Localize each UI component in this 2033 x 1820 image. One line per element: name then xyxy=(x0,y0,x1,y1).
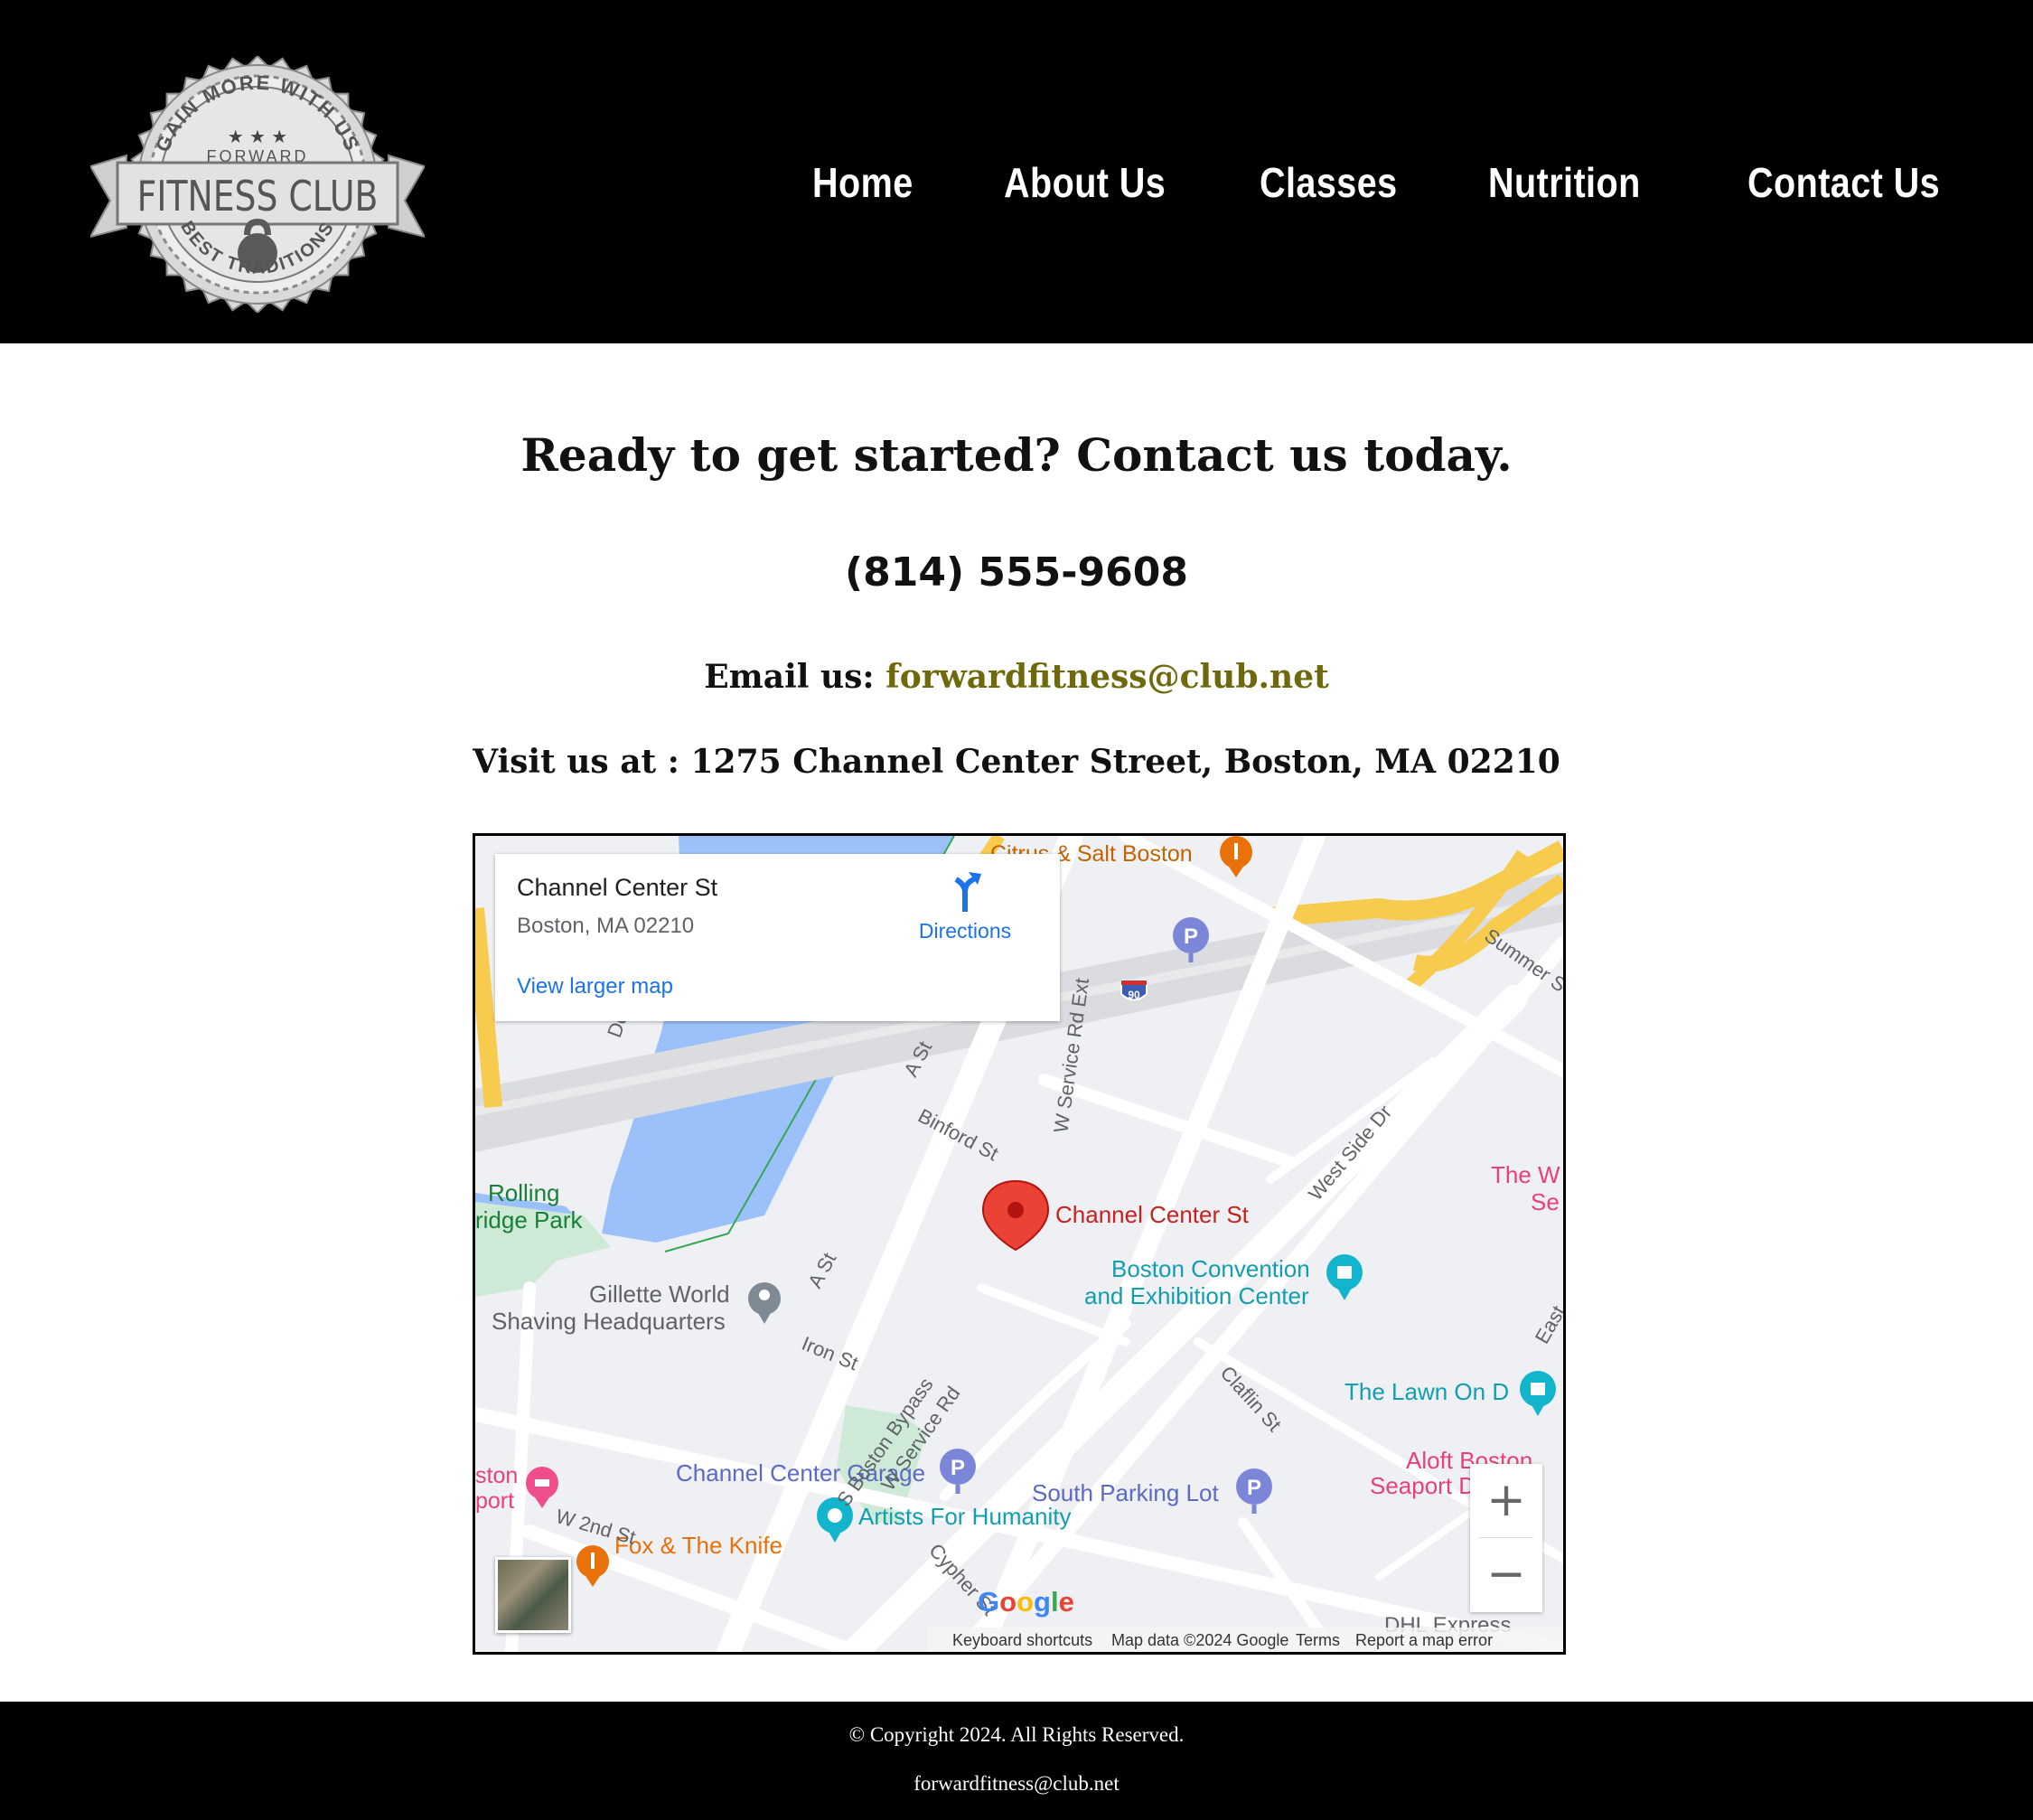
site-footer: © Copyright 2024. All Rights Reserved. f… xyxy=(0,1702,2033,1820)
address: Visit us at : 1275 Channel Center Street… xyxy=(473,743,1560,781)
map-label-westin: The W xyxy=(1491,1161,1560,1188)
email-label: Email us: xyxy=(704,658,886,696)
embedded-map[interactable]: 90 P P P Citrus & Salt Boston Rolling ri… xyxy=(473,833,1566,1655)
directions-button[interactable]: Directions xyxy=(902,872,1028,944)
footer-email[interactable]: forwardfitness@club.net xyxy=(0,1772,2033,1796)
map-label-rolling-2: ridge Park xyxy=(475,1206,583,1234)
copyright-text: © Copyright 2024. All Rights Reserved. xyxy=(848,1723,1185,1746)
email-link[interactable]: forwardfitness@club.net xyxy=(885,658,1329,696)
map-card-title: Channel Center St xyxy=(517,874,718,901)
map-label-aloft-2: Seaport D xyxy=(1370,1472,1476,1499)
map-label-south-lot: South Parking Lot xyxy=(1032,1479,1219,1506)
zoom-in-button[interactable]: + xyxy=(1470,1464,1542,1538)
svg-text:90: 90 xyxy=(1128,989,1140,1001)
view-larger-map-link[interactable]: View larger map xyxy=(517,974,673,999)
google-logo: Google xyxy=(978,1586,1074,1618)
main-nav: Home About Us Classes Nutrition Contact … xyxy=(0,158,2033,221)
map-info-card: Channel Center St Boston, MA 02210 View … xyxy=(495,854,1060,1021)
email-line: Email us: forwardfitness@club.net xyxy=(0,658,2033,696)
map-label-ston: ston xyxy=(475,1463,519,1488)
map-label-rolling: Rolling xyxy=(488,1179,560,1206)
nav-nutrition[interactable]: Nutrition xyxy=(1488,158,1641,207)
svg-text:P: P xyxy=(1184,924,1198,949)
satellite-toggle[interactable] xyxy=(495,1557,571,1633)
svg-text:P: P xyxy=(1247,1476,1261,1500)
map-label-westin-2: Se xyxy=(1531,1188,1560,1215)
map-label-gillette: Gillette World xyxy=(589,1281,730,1308)
svg-text:P: P xyxy=(951,1456,965,1480)
map-attribution: Keyboard shortcuts Map data ©2024 Google… xyxy=(927,1628,1563,1652)
directions-icon xyxy=(954,872,981,912)
map-label-lawn: The Lawn On D xyxy=(1344,1378,1510,1405)
terms-link[interactable]: Terms xyxy=(1296,1631,1340,1650)
zoom-controls: + − xyxy=(1470,1464,1542,1612)
map-label-ston-2: port xyxy=(475,1488,515,1514)
map-label-boston-convention: Boston Convention xyxy=(1111,1255,1310,1282)
zoom-out-button[interactable]: − xyxy=(1470,1538,1542,1612)
logo-stars: ★ ★ ★ xyxy=(228,126,288,147)
nav-about-us[interactable]: About Us xyxy=(1004,158,1166,207)
keyboard-shortcuts-link[interactable]: Keyboard shortcuts xyxy=(952,1631,1092,1650)
page-title: Ready to get started? Contact us today. xyxy=(520,428,1513,482)
nav-classes[interactable]: Classes xyxy=(1260,158,1398,207)
map-card-subtitle: Boston, MA 02210 xyxy=(517,914,695,938)
map-label-boston-convention-2: and Exhibition Center xyxy=(1084,1282,1309,1309)
directions-label: Directions xyxy=(918,919,1012,943)
map-label-pin: Channel Center St xyxy=(1055,1201,1249,1228)
site-header: GAIN MORE WITH US ★ ★ ★ FORWARD FITNESS … xyxy=(0,0,2033,343)
report-map-error-link[interactable]: Report a map error xyxy=(1355,1631,1493,1650)
nav-contact-us[interactable]: Contact Us xyxy=(1747,158,1940,207)
phone-number: (814) 555-9608 xyxy=(845,549,1188,596)
map-label-gillette-2: Shaving Headquarters xyxy=(492,1308,726,1335)
map-data-text: Map data ©2024 Google xyxy=(1111,1631,1289,1649)
nav-home[interactable]: Home xyxy=(812,158,913,207)
map-label-fox: Fox & The Knife xyxy=(614,1532,782,1559)
